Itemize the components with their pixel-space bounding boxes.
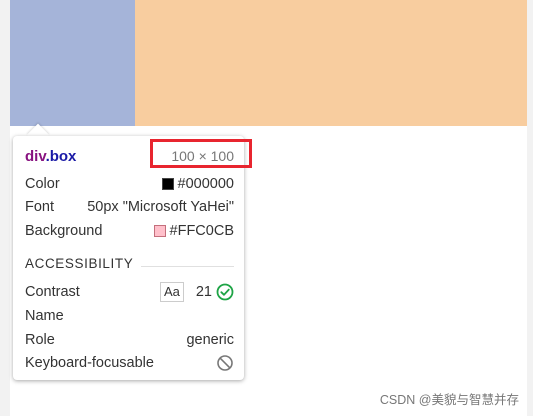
name-row: Name	[25, 306, 234, 326]
tooltip-arrow-cover	[25, 136, 51, 144]
focusable-label: Keyboard-focusable	[25, 355, 154, 371]
property-value: #FFC0CB	[169, 223, 234, 239]
role-value: generic	[186, 332, 234, 348]
page-edge-right	[527, 0, 533, 416]
role-label: Role	[25, 332, 55, 348]
property-row-font: Font 50px "Microsoft YaHei"	[25, 197, 234, 217]
section-divider	[141, 266, 234, 267]
check-circle-icon	[216, 283, 234, 301]
focusable-row: Keyboard-focusable	[25, 353, 234, 373]
element-selector: div.box	[25, 148, 76, 165]
size-highlight-box	[150, 139, 252, 168]
element-tag: div	[25, 148, 46, 165]
background-swatch	[153, 225, 166, 237]
watermark: CSDN @美貌与智慧并存	[379, 393, 519, 407]
property-label: Font	[25, 199, 55, 215]
name-label: Name	[25, 308, 64, 324]
color-swatch	[161, 178, 174, 190]
role-row: Role generic	[25, 330, 234, 350]
property-label: Background	[25, 223, 103, 239]
page-edge-left	[0, 0, 10, 416]
property-label: Color	[25, 176, 60, 192]
contrast-label: Contrast	[25, 284, 80, 300]
padding-highlight	[10, 0, 135, 126]
property-value: #000000	[177, 176, 234, 192]
ban-icon	[216, 354, 234, 372]
inspect-tooltip: div.box 100 × 100 Color #000000 Font 50p…	[13, 136, 244, 380]
content-highlight	[135, 0, 527, 126]
element-class: .box	[45, 148, 77, 165]
contrast-sample: Aa	[159, 282, 184, 302]
property-row-background: Background #FFC0CB	[25, 221, 234, 241]
property-value: 50px "Microsoft YaHei"	[87, 199, 234, 215]
contrast-value: 21	[195, 284, 212, 300]
accessibility-heading: ACCESSIBILITY	[25, 256, 134, 271]
contrast-row: Contrast Aa 21	[25, 282, 234, 302]
property-row-color: Color #000000	[25, 174, 234, 194]
